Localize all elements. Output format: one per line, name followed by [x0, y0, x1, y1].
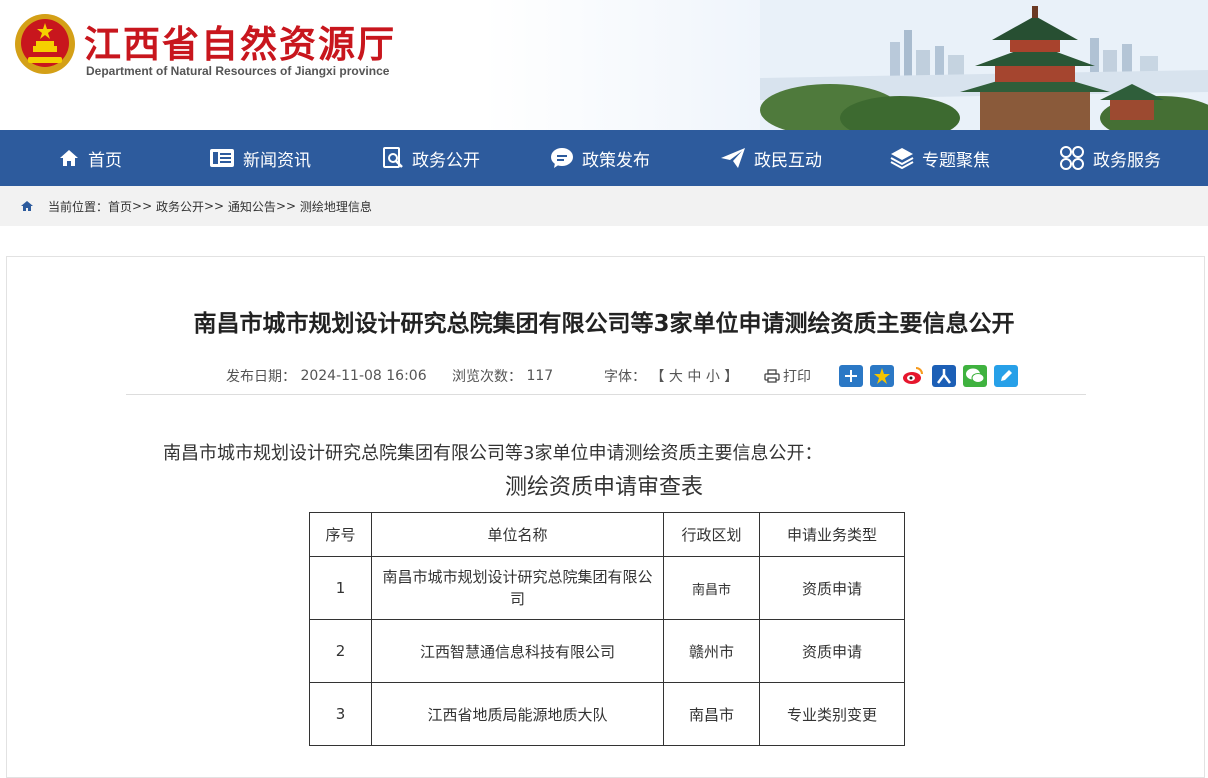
font-large-button[interactable]: 大: [669, 366, 683, 386]
national-emblem-logo[interactable]: [14, 13, 76, 75]
breadcrumb-home[interactable]: 首页: [108, 198, 132, 215]
table-header-row: 序号 单位名称 行政区划 申请业务类型: [309, 512, 905, 557]
font-size-selector: 字体： 【 大 中 小 】: [604, 366, 738, 386]
table-cell-index: 2: [309, 619, 372, 683]
nav-item-label: 政民互动: [754, 150, 822, 171]
print-label: 打印: [783, 369, 811, 385]
font-small-button[interactable]: 小: [706, 366, 720, 386]
nav-item-label: 政务服务: [1093, 150, 1161, 171]
nav-item-topics[interactable]: 专题聚焦: [890, 130, 990, 186]
site-header: 江西省自然资源厅 Department of Natural Resources…: [0, 0, 1208, 130]
main-nav: 首页 新闻资讯 政务公开 政策发布 政民互动 专题聚焦 政务服务: [0, 130, 1208, 186]
document-search-icon: [383, 147, 403, 168]
nav-item-policy[interactable]: 政策发布: [550, 130, 650, 186]
nav-item-label: 专题聚焦: [922, 150, 990, 171]
breadcrumb-separator: >>: [275, 199, 297, 213]
nav-item-news[interactable]: 新闻资讯: [209, 130, 311, 186]
nav-item-label: 政务公开: [412, 150, 480, 171]
site-subtitle: Department of Natural Resources of Jiang…: [86, 64, 390, 78]
breadcrumb-separator: >>: [203, 199, 225, 213]
chat-bubble-icon: [551, 148, 573, 168]
grid-circles-icon: [1060, 146, 1084, 170]
font-bracket-close: 】: [724, 369, 739, 385]
breadcrumb-prefix: 当前位置：: [48, 199, 109, 214]
nav-item-label: 政策发布: [582, 150, 650, 171]
star-share-icon[interactable]: [870, 365, 894, 387]
renren-icon[interactable]: [932, 365, 956, 387]
view-count-label: 浏览次数：: [452, 369, 522, 385]
nav-item-label: 新闻资讯: [243, 150, 311, 171]
table-cell-region: 赣州市: [663, 619, 760, 683]
paper-plane-icon: [721, 148, 745, 168]
article-intro: 南昌市城市规划设计研究总院集团有限公司等3家单位申请测绘资质主要信息公开：: [163, 443, 823, 464]
breadcrumb-government-affairs[interactable]: 政务公开: [156, 198, 204, 215]
wechat-icon[interactable]: [963, 365, 987, 387]
nav-item-label: 首页: [88, 150, 122, 171]
publish-date-label: 发布日期：: [226, 369, 296, 385]
table-cell-business-type: 资质申请: [759, 619, 905, 683]
print-button[interactable]: 打印: [764, 366, 811, 386]
header-cell-index: 序号: [309, 512, 372, 557]
breadcrumb: 当前位置： 首页 >> 政务公开 >> 通知公告 >> 测绘地理信息: [0, 186, 1208, 226]
table-cell-business-type: 资质申请: [759, 556, 905, 620]
header-cell-region: 行政区划: [663, 512, 760, 557]
table-cell-unit-name: 南昌市城市规划设计研究总院集团有限公司: [371, 556, 664, 620]
breadcrumb-surveying[interactable]: 测绘地理信息: [300, 198, 372, 215]
breadcrumb-separator: >>: [132, 199, 153, 213]
table-cell-business-type: 专业类别变更: [759, 682, 905, 746]
table-cell-unit-name: 江西智慧通信息科技有限公司: [371, 619, 664, 683]
font-medium-button[interactable]: 中: [687, 366, 701, 386]
table-cell-index: 1: [309, 556, 372, 620]
publish-date-value: 2024-11-08 16:06: [300, 368, 427, 384]
home-icon: [60, 150, 78, 166]
table-row: 1 南昌市城市规划设计研究总院集团有限公司 南昌市 资质申请: [309, 556, 905, 620]
font-bracket-open: 【: [650, 369, 665, 385]
site-title[interactable]: 江西省自然资源厅: [84, 14, 396, 68]
view-count-value: 117: [526, 368, 554, 384]
nav-item-interaction[interactable]: 政民互动: [720, 130, 822, 186]
breadcrumb-notices[interactable]: 通知公告: [228, 198, 276, 215]
table-cell-index: 3: [309, 682, 372, 746]
table-title: 测绘资质申请审查表: [504, 475, 703, 500]
printer-icon: [764, 369, 780, 383]
table-row: 2 江西智慧通信息科技有限公司 赣州市 资质申请: [309, 619, 905, 683]
home-icon: [21, 201, 33, 211]
table-row: 3 江西省地质局能源地质大队 南昌市 专业类别变更: [309, 682, 905, 746]
nav-item-government-affairs[interactable]: 政务公开: [382, 130, 480, 186]
layers-icon: [890, 148, 914, 169]
table-cell-unit-name: 江西省地质局能源地质大队: [371, 682, 664, 746]
table-cell-region: 南昌市: [663, 556, 760, 620]
nav-item-home[interactable]: 首页: [58, 130, 122, 186]
font-size-label: 字体：: [604, 369, 646, 385]
header-cell-unit-name: 单位名称: [371, 512, 664, 557]
plus-share-icon[interactable]: [839, 365, 863, 387]
meta-divider: [126, 394, 1086, 395]
pencil-share-icon[interactable]: [994, 365, 1018, 387]
news-icon: [210, 149, 234, 167]
publish-date: 发布日期： 2024-11-08 16:06: [226, 366, 427, 386]
weibo-icon[interactable]: [901, 365, 925, 387]
article-title: 南昌市城市规划设计研究总院集团有限公司等3家单位申请测绘资质主要信息公开: [193, 311, 1015, 337]
table-cell-region: 南昌市: [663, 682, 760, 746]
nav-item-services[interactable]: 政务服务: [1059, 130, 1161, 186]
header-cell-business-type: 申请业务类型: [759, 512, 905, 557]
view-count: 浏览次数： 117: [452, 366, 553, 386]
header-landscape-image: [760, 0, 1208, 130]
qualification-table: 序号 单位名称 行政区划 申请业务类型 1 南昌市城市规划设计研究总院集团有限公…: [309, 512, 905, 746]
